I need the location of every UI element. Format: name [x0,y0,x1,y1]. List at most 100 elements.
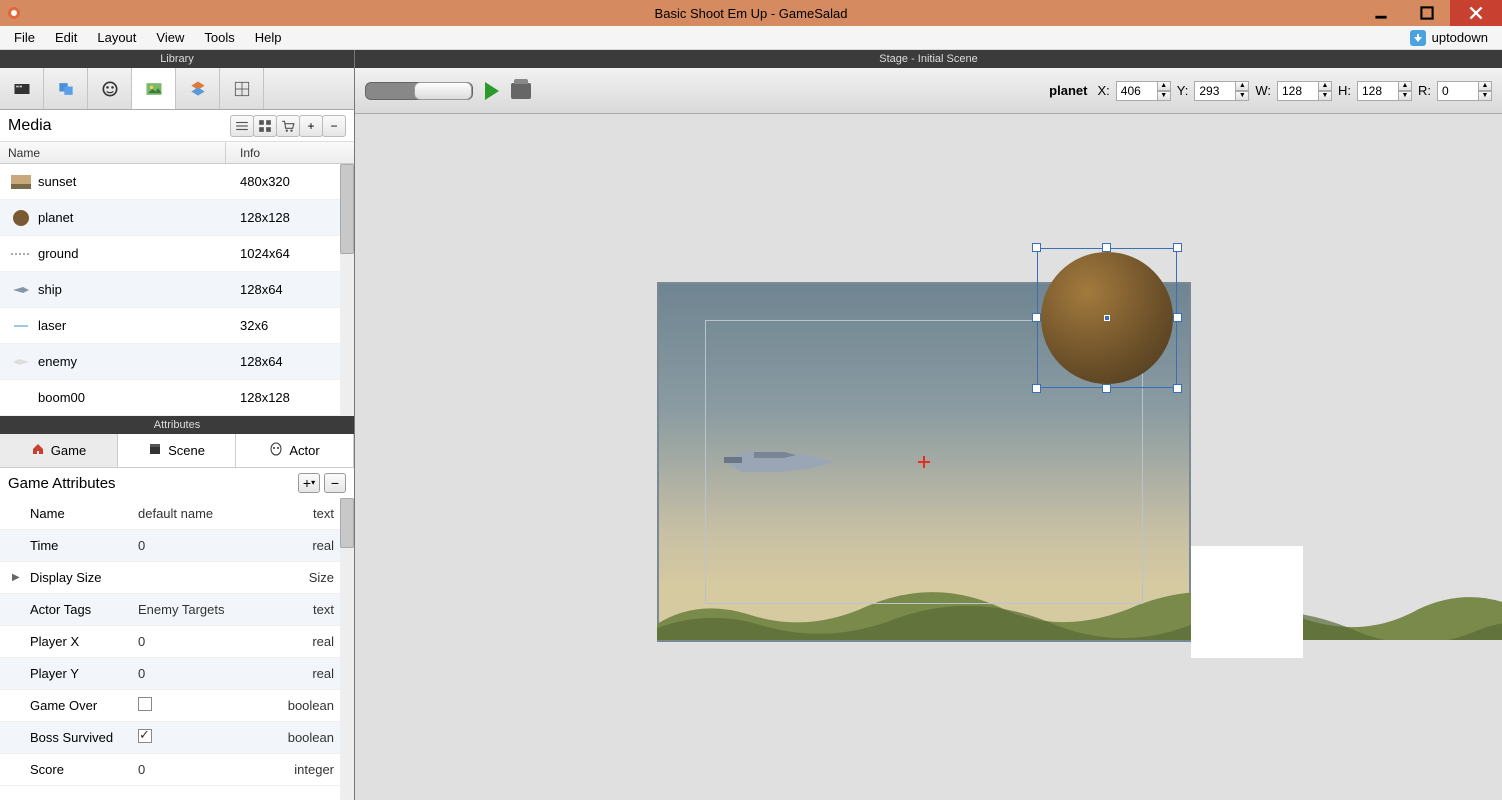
laser-icon [10,317,32,335]
maximize-button[interactable] [1404,0,1450,26]
media-remove-button[interactable]: − [322,115,346,137]
media-add-button[interactable]: + [299,115,323,137]
media-scrollbar[interactable] [340,164,354,416]
attr-row[interactable]: Game Overboolean [0,690,354,722]
h-label: H: [1338,83,1351,98]
x-input[interactable]: ▲▼ [1116,81,1171,101]
media-row[interactable]: ship 128x64 [0,272,354,308]
checkbox-off[interactable] [138,697,152,711]
close-button[interactable] [1450,0,1502,26]
lib-tab-scenes[interactable] [0,68,44,109]
scene-bounds[interactable] [657,282,1191,642]
menu-file[interactable]: File [4,28,45,47]
app-icon [6,5,22,21]
planet-actor-selected[interactable] [1037,248,1177,388]
resize-handle[interactable] [1032,384,1041,393]
y-label: Y: [1177,83,1189,98]
home-icon [31,442,45,459]
stage-toolbar: planet X: ▲▼ Y: ▲▼ W: ▲▼ H: ▲▼ R: ▲▼ [355,68,1502,114]
center-crosshair-icon [918,456,930,468]
ground-icon [10,245,32,263]
tab-game[interactable]: Game [0,434,118,467]
lib-tab-media[interactable] [132,68,176,109]
attr-row[interactable]: Score0integer [0,754,354,786]
r-input[interactable]: ▲▼ [1437,81,1492,101]
menu-layout[interactable]: Layout [87,28,146,47]
placeholder-actor[interactable] [1191,546,1303,658]
selection-center-icon[interactable] [1104,315,1110,321]
media-row[interactable]: laser 32x6 [0,308,354,344]
media-view-list-icon[interactable] [230,115,254,137]
attributes-section-head: Game Attributes +▾ − [0,468,354,498]
mask-icon [269,442,283,459]
media-section-header: Media + − [0,110,354,142]
attributes-header: Attributes [0,416,354,434]
library-toolbar [0,68,354,110]
attr-add-button[interactable]: +▾ [298,473,320,493]
tab-actor[interactable]: Actor [236,434,354,467]
play-button[interactable] [485,82,499,100]
y-input[interactable]: ▲▼ [1194,81,1249,101]
tab-scene[interactable]: Scene [118,434,236,467]
attr-row[interactable]: Player X0real [0,626,354,658]
lib-tab-grid[interactable] [220,68,264,109]
media-row[interactable]: ground 1024x64 [0,236,354,272]
attr-row[interactable]: ▶Display SizeSize [0,562,354,594]
clapper-icon [148,442,162,459]
enemy-icon [10,353,32,371]
attr-row[interactable]: Time0real [0,530,354,562]
attr-row[interactable]: Boss Survivedboolean [0,722,354,754]
library-header: Library [0,50,354,68]
media-column-headers: Name Info [0,142,354,164]
media-row[interactable]: enemy 128x64 [0,344,354,380]
r-label: R: [1418,83,1431,98]
attr-row[interactable]: Actor TagsEnemy Targetstext [0,594,354,626]
brand-label: uptodown [1432,30,1488,45]
resize-handle[interactable] [1173,243,1182,252]
resize-handle[interactable] [1173,384,1182,393]
media-row[interactable]: boom00 128x128 [0,380,354,416]
window-titlebar: Basic Shoot Em Up - GameSalad [0,0,1502,26]
zoom-slider[interactable] [365,82,473,100]
brand-badge: uptodown [1410,30,1498,46]
w-input[interactable]: ▲▼ [1277,81,1332,101]
h-input[interactable]: ▲▼ [1357,81,1412,101]
expand-icon[interactable]: ▶ [12,572,30,583]
toolbox-icon[interactable] [511,83,531,99]
checkbox-on[interactable] [138,729,152,743]
attr-scrollbar[interactable] [340,498,354,800]
minimize-button[interactable] [1358,0,1404,26]
attr-remove-button[interactable]: − [324,473,346,493]
menu-bar: File Edit Layout View Tools Help uptodow… [0,26,1502,50]
attr-row[interactable]: Namedefault nametext [0,498,354,530]
media-row[interactable]: planet 128x128 [0,200,354,236]
planet-icon [10,209,32,227]
lib-tab-behaviors[interactable] [88,68,132,109]
resize-handle[interactable] [1102,243,1111,252]
attr-row[interactable]: Player Y0real [0,658,354,690]
menu-tools[interactable]: Tools [194,28,244,47]
menu-edit[interactable]: Edit [45,28,87,47]
resize-handle[interactable] [1032,313,1041,322]
ship-icon [10,281,32,299]
menu-help[interactable]: Help [245,28,292,47]
attributes-list: Namedefault nametext Time0real ▶Display … [0,498,354,800]
media-col-info[interactable]: Info [226,142,354,163]
lib-tab-actors[interactable] [44,68,88,109]
media-shop-icon[interactable] [276,115,300,137]
media-row[interactable]: sunset 480x320 [0,164,354,200]
stage-header: Stage - Initial Scene [355,50,1502,68]
resize-handle[interactable] [1173,313,1182,322]
media-col-name[interactable]: Name [0,142,226,163]
resize-handle[interactable] [1032,243,1041,252]
lib-tab-tables[interactable] [176,68,220,109]
w-label: W: [1255,83,1271,98]
selection-name: planet [1049,83,1087,98]
menu-view[interactable]: View [146,28,194,47]
sunset-icon [10,173,32,191]
media-view-grid-icon[interactable] [253,115,277,137]
stage-canvas[interactable] [355,114,1502,800]
brand-icon [1410,30,1426,46]
resize-handle[interactable] [1102,384,1111,393]
ship-actor[interactable] [714,440,842,480]
